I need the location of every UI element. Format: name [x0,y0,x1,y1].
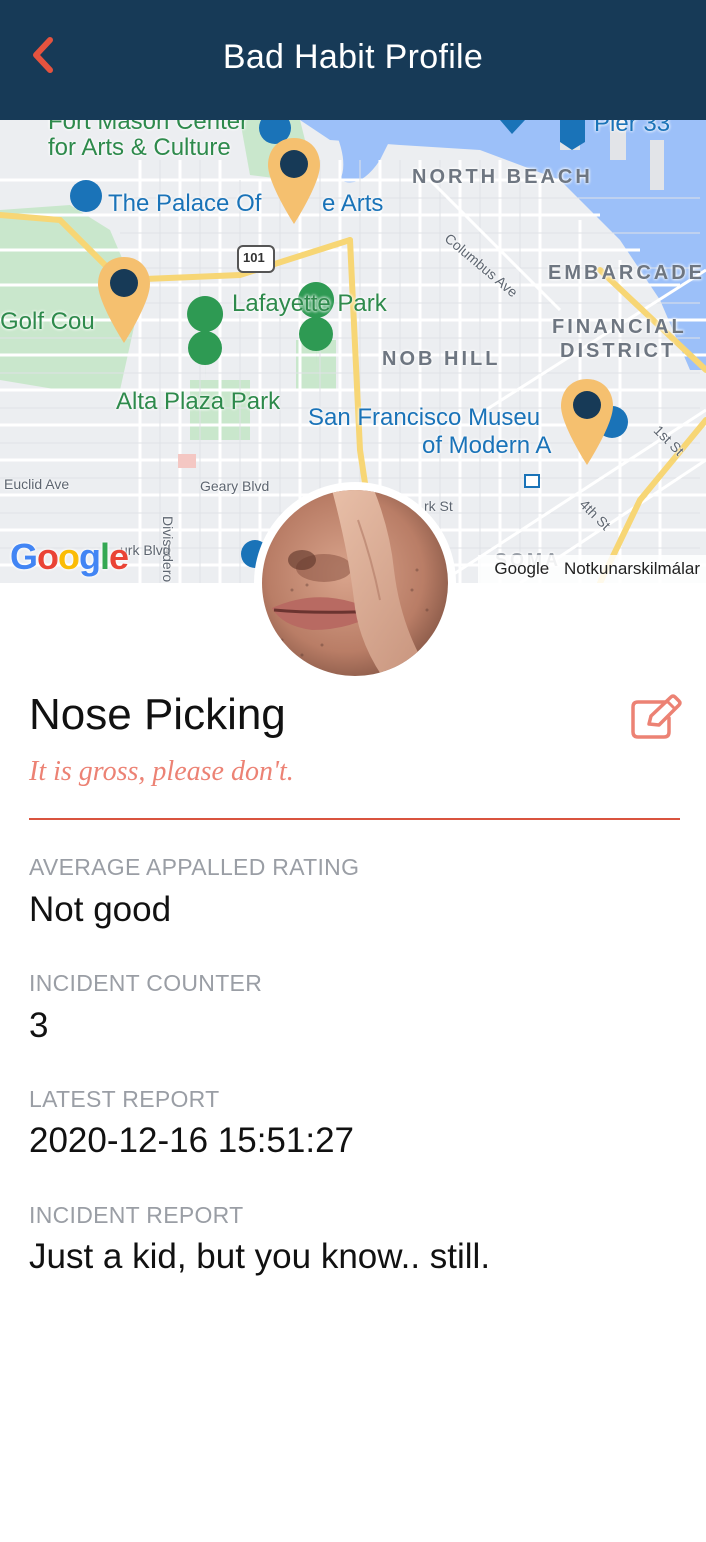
avatar-frame [254,482,456,684]
section-divider [29,818,680,820]
average-rating-label: AVERAGE APPALLED RATING [29,854,360,880]
habit-title: Nose Picking [29,690,286,739]
map-place-label: of Modern A [422,432,552,459]
incident-map-pin[interactable] [96,255,152,345]
map-place-label: Pier 33 [594,120,671,137]
map-street-label: Euclid Ave [4,476,70,492]
map-attribution-label: Google [494,559,550,578]
map-place-label: e Arts [322,190,384,217]
map-place-label: Lafayette Park [232,290,387,317]
map-street-label: rk St [424,498,453,514]
latest-report-label: LATEST REPORT [29,1086,220,1112]
incident-report-label: INCIDENT REPORT [29,1202,244,1228]
map-place-label: for Arts & Culture [48,134,231,161]
bad-habit-profile-screen: Bad Habit Profile Fort Mason Center for … [0,0,706,1542]
map-place-label: Alta Plaza Park [116,388,281,415]
map-district-label: NORTH BEACH [412,166,593,188]
incident-map-pin[interactable] [266,136,322,226]
map-street-label: Geary Blvd [200,478,270,494]
edit-icon[interactable] [630,694,682,740]
app-header: Bad Habit Profile [0,0,706,120]
map-place-label: San Francisco Museu [308,404,541,431]
highway-shield-label: 101 [243,250,265,265]
average-rating-value: Not good [29,890,172,929]
map-place-label: Golf Cou [0,308,95,335]
incident-report-value: Just a kid, but you know.. still. [29,1237,491,1276]
incident-counter-label: INCIDENT COUNTER [29,970,263,996]
map-place-label: The Palace Of [108,190,262,217]
map-district-label: EMBARCADE [548,262,705,284]
map-terms-link[interactable]: Notkunarskilmálar [564,559,700,578]
habit-subtitle: It is gross, please don't. [29,756,294,787]
map-district-label: FINANCIAL [552,316,687,338]
google-logo: Google [10,536,129,577]
latest-report-value: 2020-12-16 15:51:27 [29,1121,354,1160]
incident-map-pin[interactable] [559,377,615,467]
map-district-label: DISTRICT [560,340,677,362]
habit-photo [262,490,448,676]
page-title: Bad Habit Profile [222,38,484,76]
avatar [262,490,448,676]
map-attribution: Google Notkunarskilmálar [478,555,706,583]
incident-counter-value: 3 [29,1006,49,1045]
map-district-label: NOB HILL [382,348,501,370]
